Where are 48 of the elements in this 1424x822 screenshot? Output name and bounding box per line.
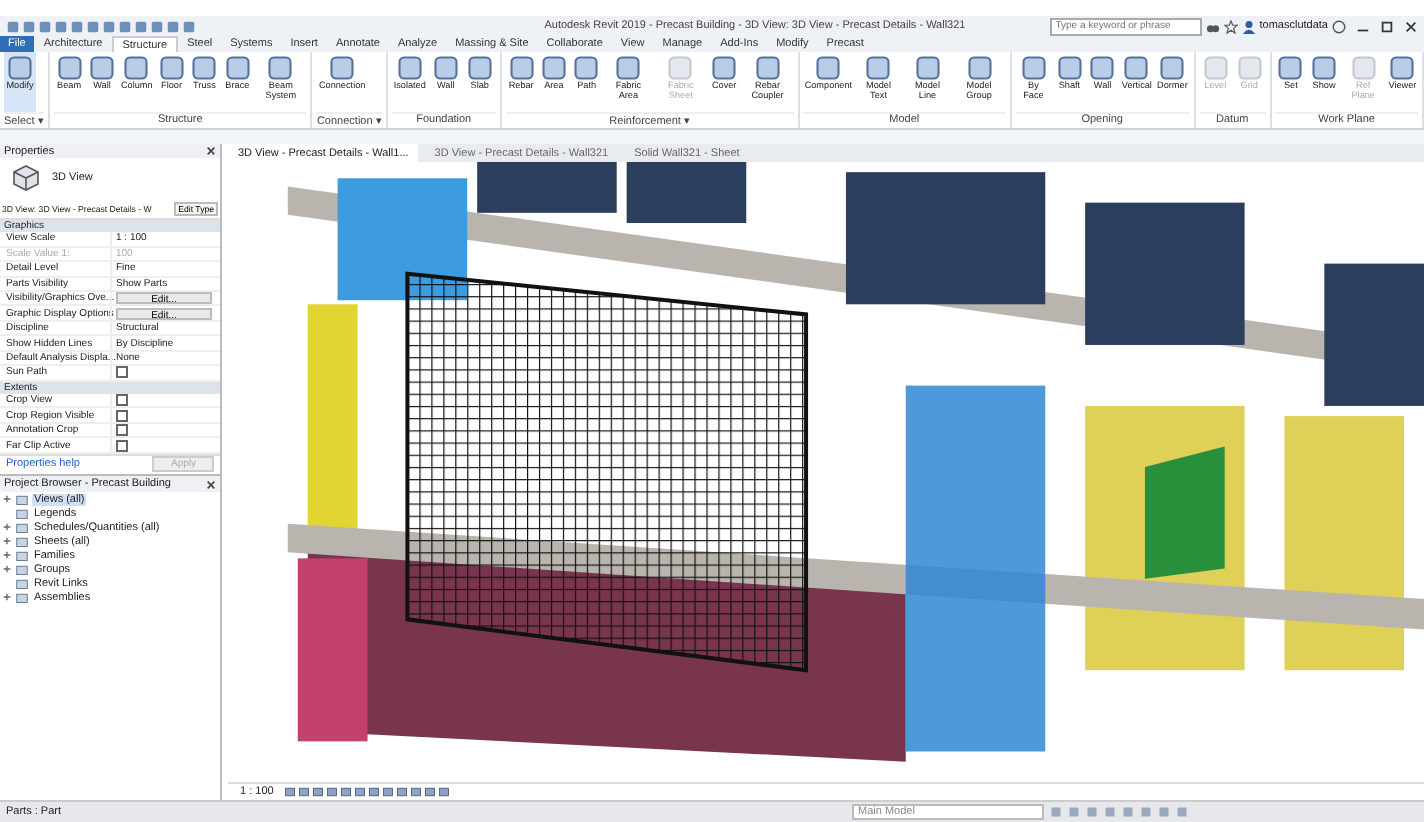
tool-icon xyxy=(1158,54,1187,82)
checkbox[interactable] xyxy=(116,424,128,437)
expand-icon[interactable] xyxy=(2,564,12,574)
tool-icon xyxy=(814,54,843,82)
tool-icon xyxy=(55,54,84,82)
tool-icon xyxy=(864,54,893,82)
tool-icon xyxy=(710,54,739,82)
tool-icon xyxy=(614,54,643,82)
tool-icon xyxy=(223,54,252,82)
tool-icon xyxy=(539,54,568,82)
tool-icon xyxy=(965,54,994,82)
tool-icon xyxy=(190,54,219,82)
close-icon[interactable] xyxy=(206,479,216,489)
tool-icon xyxy=(1122,54,1151,82)
checkbox[interactable] xyxy=(116,409,128,422)
tool-icon xyxy=(266,54,295,82)
expand-icon[interactable] xyxy=(2,592,12,602)
checkbox[interactable] xyxy=(116,439,128,452)
tool-icon xyxy=(328,54,357,82)
tool-icon xyxy=(913,54,942,82)
tool-icon xyxy=(6,54,34,82)
tool-icon xyxy=(122,54,151,82)
tool-icon xyxy=(1055,54,1084,82)
tool-icon xyxy=(1310,54,1339,82)
tool-icon xyxy=(753,54,782,82)
close-icon[interactable] xyxy=(206,146,216,157)
expand-icon[interactable] xyxy=(2,522,12,532)
tool-icon xyxy=(1276,54,1305,82)
close-icon[interactable] xyxy=(1404,19,1418,33)
tool-icon xyxy=(395,54,424,82)
tool-icon xyxy=(1019,54,1048,82)
user-icon[interactable] xyxy=(1241,19,1256,33)
checkbox[interactable] xyxy=(116,394,128,407)
tool-icon xyxy=(572,54,601,82)
tool-icon xyxy=(431,54,460,82)
expand-icon[interactable] xyxy=(2,536,12,546)
tool-icon xyxy=(507,54,536,82)
cube-icon xyxy=(12,164,40,193)
star-icon[interactable] xyxy=(1223,19,1238,33)
tool-icon xyxy=(88,54,117,82)
expand-icon[interactable] xyxy=(2,550,12,560)
tool-icon xyxy=(157,54,186,82)
checkbox[interactable] xyxy=(116,366,128,379)
tool-icon xyxy=(1088,54,1117,82)
tool-icon xyxy=(1388,54,1417,82)
maximize-icon[interactable] xyxy=(1380,19,1394,33)
tool-icon xyxy=(465,54,494,82)
expand-icon[interactable] xyxy=(2,494,12,504)
